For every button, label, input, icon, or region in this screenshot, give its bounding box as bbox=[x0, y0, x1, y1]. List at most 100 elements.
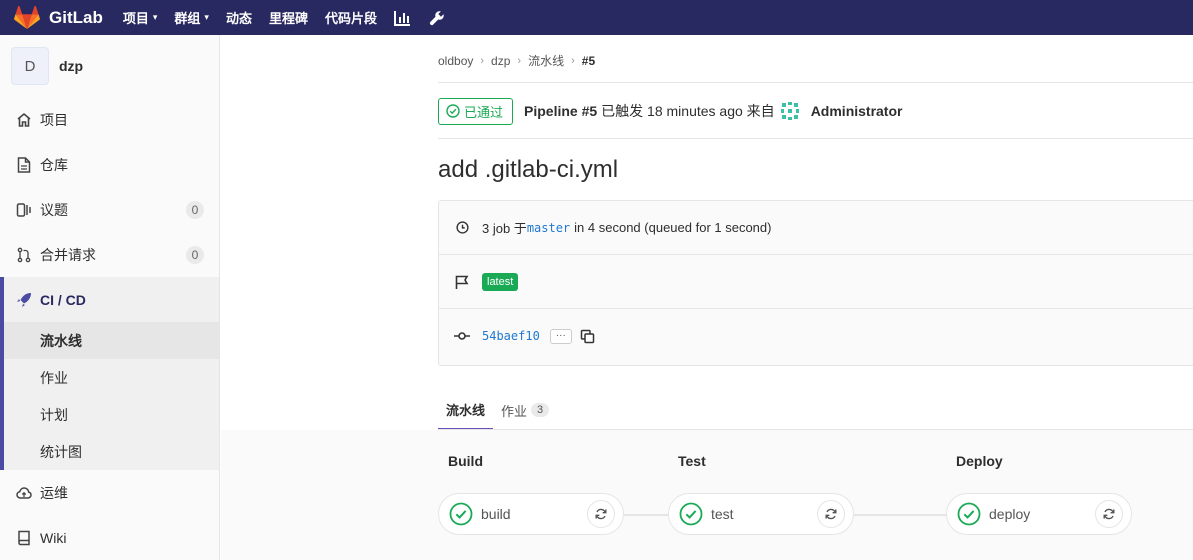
success-icon bbox=[679, 502, 703, 526]
nav-activity[interactable]: 动态 bbox=[226, 8, 252, 27]
sidebar-section-cicd: CI / CD 流水线 作业 计划 统计图 bbox=[0, 277, 219, 470]
branch-link[interactable]: master bbox=[527, 221, 570, 235]
tags-row: latest bbox=[439, 255, 1193, 309]
divider bbox=[438, 138, 1193, 139]
retry-icon[interactable] bbox=[1095, 500, 1123, 528]
sidebar-item-operations[interactable]: 运维 bbox=[0, 470, 219, 515]
gitlab-logo[interactable]: GitLab bbox=[14, 5, 123, 30]
sidebar-item-label: Wiki bbox=[40, 529, 67, 546]
clock-icon bbox=[454, 221, 470, 234]
cloud-icon bbox=[16, 485, 32, 501]
commit-sha-link[interactable]: 54baef10 bbox=[482, 329, 540, 343]
project-name: dzp bbox=[59, 58, 84, 74]
nav-snippets-label: 代码片段 bbox=[324, 11, 377, 26]
sidebar-project-header[interactable]: D dzp bbox=[0, 35, 219, 97]
breadcrumb-current[interactable]: #5 bbox=[582, 54, 595, 68]
chart-icon[interactable] bbox=[393, 10, 411, 26]
nav-groups[interactable]: 群组 ▾ bbox=[174, 8, 209, 27]
stage-title-deploy: Deploy bbox=[956, 453, 1003, 469]
copy-icon[interactable] bbox=[580, 329, 595, 344]
issues-count-badge: 0 bbox=[186, 200, 204, 219]
status-badge[interactable]: 已通过 bbox=[438, 97, 514, 125]
sidebar-item-cicd[interactable]: CI / CD bbox=[4, 277, 219, 322]
sidebar-item-project[interactable]: 项目 bbox=[0, 97, 219, 142]
retry-icon[interactable] bbox=[587, 500, 615, 528]
tab-label: 作业 bbox=[501, 403, 528, 419]
stage-title-build: Build bbox=[448, 453, 483, 469]
sidebar-item-repository[interactable]: 仓库 bbox=[0, 142, 219, 187]
commit-row: 54baef10 ··· bbox=[439, 309, 1193, 363]
page-title: add .gitlab-ci.yml bbox=[438, 156, 619, 183]
gitlab-fox-icon bbox=[14, 5, 40, 29]
job-name: build bbox=[481, 506, 511, 522]
project-avatar: D bbox=[11, 47, 49, 85]
nav-groups-label: 群组 bbox=[174, 11, 201, 26]
job-deploy[interactable]: deploy bbox=[946, 493, 1132, 535]
retry-icon[interactable] bbox=[817, 500, 845, 528]
stage-connector bbox=[624, 514, 669, 516]
chevron-right-icon: › bbox=[517, 54, 522, 67]
chevron-down-icon: ▾ bbox=[152, 12, 158, 22]
chevron-down-icon: ▾ bbox=[204, 12, 209, 22]
top-navbar: GitLab 项目 ▾ 群组 ▾ 动态 里程碑 代码片段 bbox=[0, 0, 1193, 35]
sidebar-item-label: 合并请求 bbox=[40, 246, 96, 263]
sidebar-subitem-schedules[interactable]: 计划 bbox=[4, 396, 219, 433]
pipeline-triggered-text: 已触发 18 minutes ago 来自 bbox=[601, 103, 775, 119]
sidebar-item-merge-requests[interactable]: 合并请求 0 bbox=[0, 232, 219, 277]
divider bbox=[438, 82, 1193, 83]
breadcrumb-project[interactable]: dzp bbox=[491, 54, 510, 68]
breadcrumb-pipelines[interactable]: 流水线 bbox=[528, 52, 564, 69]
nav-projects-label: 项目 bbox=[122, 11, 149, 26]
check-circle-icon bbox=[446, 104, 460, 118]
pipeline-tabs: 流水线 作业 3 bbox=[438, 390, 557, 430]
job-test[interactable]: test bbox=[668, 493, 854, 535]
project-sidebar: D dzp 项目 仓库 议题 0 合并请求 0 CI / CD 流水线 作业 计… bbox=[0, 35, 220, 560]
stage-connector bbox=[854, 514, 947, 516]
pipeline-header: 已通过 Pipeline #5 已触发 18 minutes ago 来自 Ad… bbox=[438, 97, 902, 125]
stage-title-test: Test bbox=[678, 453, 706, 469]
latest-badge: latest bbox=[482, 272, 519, 291]
rocket-icon bbox=[16, 292, 32, 308]
jobs-summary-row: 3 job 于 master in 4 second (queued for 1… bbox=[439, 201, 1193, 255]
job-build[interactable]: build bbox=[438, 493, 624, 535]
nav-milestones[interactable]: 里程碑 bbox=[269, 8, 308, 27]
sidebar-item-label: 项目 bbox=[40, 111, 68, 128]
chevron-right-icon: › bbox=[571, 54, 575, 67]
status-label: 已通过 bbox=[464, 104, 504, 120]
job-name: deploy bbox=[989, 506, 1031, 522]
pipeline-id: Pipeline #5 bbox=[524, 103, 598, 119]
flag-icon bbox=[454, 274, 470, 290]
sidebar-item-label: 仓库 bbox=[40, 156, 68, 173]
jobs-summary-suffix: in 4 second (queued for 1 second) bbox=[574, 220, 772, 235]
sidebar-item-label: 议题 bbox=[40, 201, 68, 218]
sidebar-subitem-pipelines[interactable]: 流水线 bbox=[4, 322, 219, 359]
tab-jobs[interactable]: 作业 3 bbox=[493, 390, 557, 430]
tab-pipeline[interactable]: 流水线 bbox=[438, 390, 494, 430]
job-name: test bbox=[711, 506, 734, 522]
sidebar-item-issues[interactable]: 议题 0 bbox=[0, 187, 219, 232]
brand-name: GitLab bbox=[49, 7, 103, 27]
nav-projects[interactable]: 项目 ▾ bbox=[123, 8, 158, 27]
document-icon bbox=[16, 156, 32, 173]
sidebar-subitem-charts[interactable]: 统计图 bbox=[4, 433, 219, 470]
pipeline-user[interactable]: Administrator bbox=[811, 103, 903, 119]
wrench-icon[interactable] bbox=[429, 10, 445, 26]
pipeline-info-box: 3 job 于 master in 4 second (queued for 1… bbox=[438, 200, 1193, 366]
nav-activity-label: 动态 bbox=[225, 11, 252, 26]
success-icon bbox=[957, 502, 981, 526]
expand-commit-button[interactable]: ··· bbox=[549, 328, 572, 344]
book-icon bbox=[16, 530, 32, 546]
merge-requests-count-badge: 0 bbox=[186, 245, 204, 264]
jobs-count-badge: 3 bbox=[531, 403, 550, 417]
tab-label: 流水线 bbox=[446, 402, 486, 418]
sidebar-item-label: 运维 bbox=[40, 484, 68, 501]
nav-snippets[interactable]: 代码片段 bbox=[325, 8, 377, 27]
sidebar-subitem-jobs[interactable]: 作业 bbox=[4, 359, 219, 396]
issues-icon bbox=[16, 202, 32, 218]
main-content: oldboy › dzp › 流水线 › #5 已通过 Pipeline #5 … bbox=[221, 35, 1193, 560]
breadcrumb-group[interactable]: oldboy bbox=[438, 54, 473, 68]
jobs-summary-prefix: 3 job 于 bbox=[482, 221, 527, 236]
avatar[interactable] bbox=[779, 101, 800, 121]
sidebar-item-wiki[interactable]: Wiki bbox=[0, 515, 219, 560]
breadcrumb: oldboy › dzp › 流水线 › #5 bbox=[438, 52, 595, 69]
